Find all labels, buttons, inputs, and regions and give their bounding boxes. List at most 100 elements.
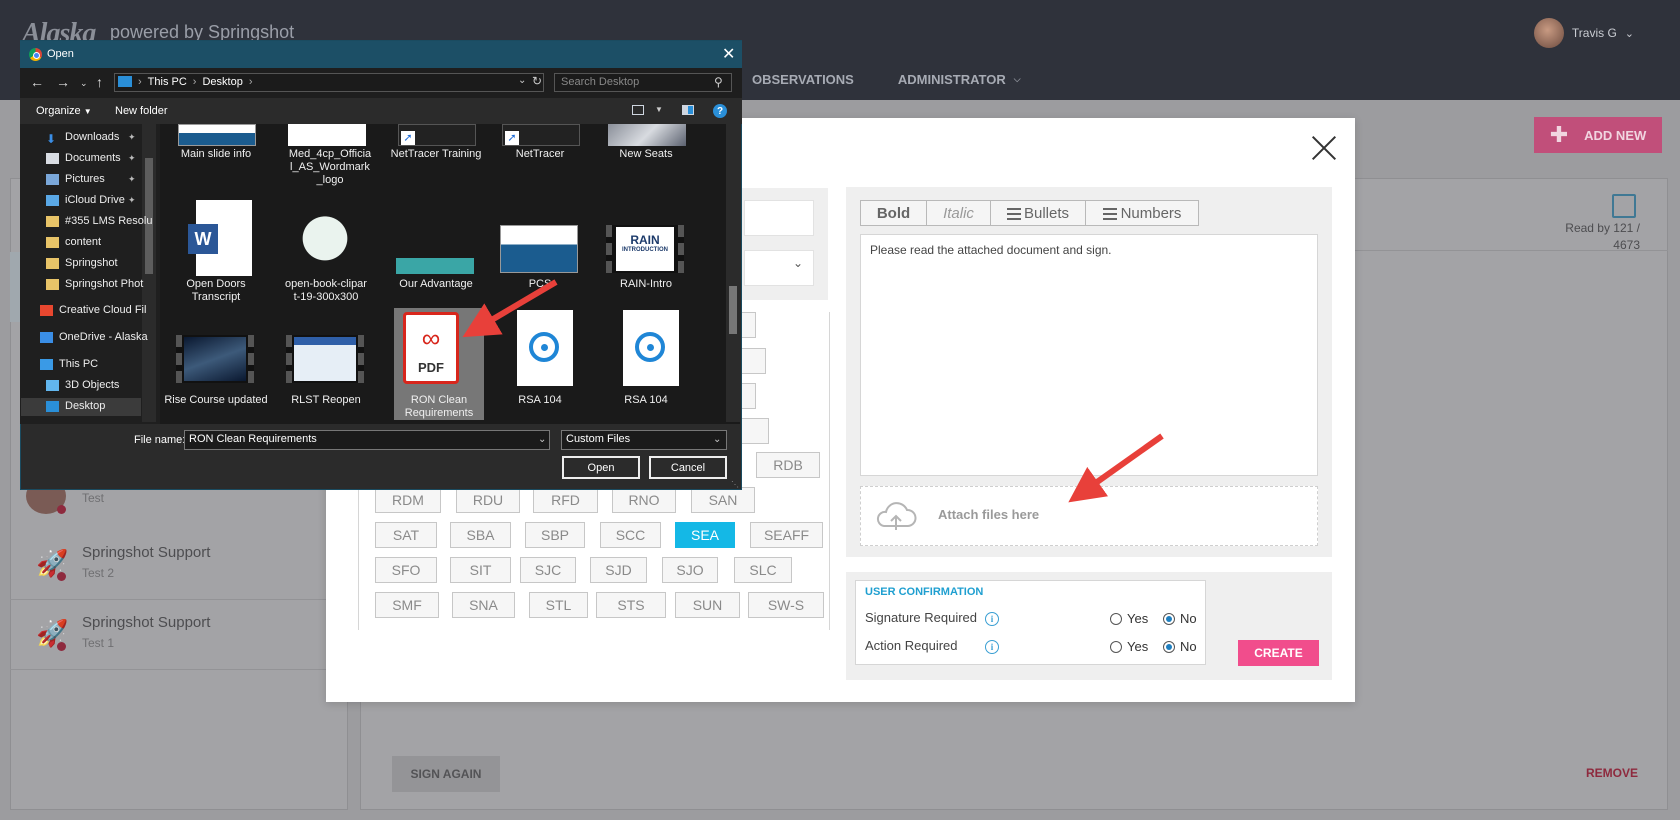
list-item[interactable]: 🚀 Springshot Support Test 2 J [10,530,348,600]
airport-chip-sit[interactable]: SIT [450,557,511,583]
preview-pane-icon[interactable] [682,105,694,115]
file-item-label[interactable]: RLST Reopen [274,394,378,407]
tree-item[interactable]: This PC [40,358,160,370]
file-type-select[interactable]: Custom Files [561,430,727,450]
airport-chip-sna[interactable]: SNA [452,592,515,618]
cancel-button[interactable]: Cancel [649,456,727,479]
chevron-down-icon[interactable]: ⌄ [518,75,526,86]
list-item[interactable]: 🚀 Springshot Support Test 1 J [10,600,348,670]
recent-locations-icon[interactable]: ⌄ [80,78,88,89]
airport-chip-rdb[interactable]: RDB [756,452,820,478]
dialog-titlebar[interactable] [20,41,742,68]
view-options-icon[interactable] [632,105,644,115]
chevron-down-icon[interactable]: ⌄ [538,434,546,445]
close-icon[interactable] [1310,134,1338,162]
tree-item[interactable]: Springshot Phot [46,278,160,290]
action-yes-radio[interactable] [1110,641,1122,653]
file-item-label[interactable]: Rise Course updated [164,394,268,407]
forward-arrow-icon[interactable]: → [56,74,70,90]
file-item-label[interactable]: RSA 104 [488,394,592,407]
airport-chip-stl[interactable]: STL [529,592,588,618]
file-item-label[interactable]: New Seats [594,148,698,161]
file-item-label[interactable]: RSA 104 [594,394,698,407]
tree-item[interactable]: Documents [46,152,160,164]
tree-item[interactable]: #355 LMS Resolu [46,215,160,227]
category-select[interactable] [744,250,814,286]
file-name-input[interactable]: RON Clean Requirements [184,430,550,450]
action-no-radio[interactable] [1163,641,1175,653]
tree-item[interactable]: content [46,236,160,248]
airport-chip-rno[interactable]: RNO [612,487,676,513]
sign-again-button[interactable]: SIGN AGAIN [392,756,500,792]
airport-chip-sw-s[interactable]: SW-S [748,592,824,618]
airport-chip-sat[interactable]: SAT [375,522,437,548]
info-icon[interactable]: i [985,612,999,626]
airport-chip-sjo[interactable]: SJO [662,557,718,583]
organize-menu[interactable]: Organize ▼ [36,105,92,117]
airport-chip-seaff[interactable]: SEAFF [750,522,823,548]
file-item-label[interactable]: Med_4cp_Official_AS_Wordmark_logo [288,148,372,187]
help-icon[interactable]: ? [713,104,727,118]
numbers-button[interactable]: Numbers [1086,201,1198,225]
tree-item[interactable]: Creative Cloud Fil [40,304,160,316]
airport-chip-sts[interactable]: STS [596,592,666,618]
file-item-label[interactable]: NetTracer [488,148,592,161]
airport-chip-rdm[interactable]: RDM [375,487,441,513]
create-button[interactable]: CREATE [1238,640,1319,666]
up-arrow-icon[interactable]: ↑ [96,74,103,90]
bullets-button[interactable]: Bullets [991,201,1086,225]
chevron-down-icon[interactable]: ⌄ [713,434,721,445]
airport-chip-sba[interactable]: SBA [450,522,511,548]
message-body-editor[interactable]: Please read the attached document and si… [860,234,1318,476]
airport-chip-sjd[interactable]: SJD [590,557,647,583]
chevron-down-icon[interactable]: ▼ [655,105,663,114]
add-new-button[interactable]: ✚ ADD NEW [1534,117,1662,153]
file-item-label[interactable]: Open Doors Transcript [164,278,268,304]
title-input[interactable] [744,200,814,236]
file-scrollbar[interactable] [726,124,740,422]
airport-chip-scc[interactable]: SCC [600,522,661,548]
airport-chip-rfd[interactable]: RFD [533,487,598,513]
new-folder-button[interactable]: New folder [115,105,168,117]
file-item-label[interactable]: Our Advantage [384,278,488,291]
airport-chip-sun[interactable]: SUN [675,592,740,618]
file-item-label[interactable]: PCS [488,278,592,291]
tree-item[interactable]: OneDrive - Alaska [40,331,160,343]
resize-grip-icon[interactable]: ⋱ [731,480,739,489]
attach-files-dropzone[interactable] [860,486,1318,546]
breadcrumb-desktop[interactable]: Desktop [202,76,242,88]
airport-chip-sea[interactable]: SEA [675,522,735,548]
info-icon[interactable]: i [985,640,999,654]
remove-link[interactable]: REMOVE [1586,766,1638,780]
bold-button[interactable]: Bold [861,201,927,225]
refresh-icon[interactable]: ↻ [532,74,542,88]
airport-chip-sjc[interactable]: SJC [520,557,576,583]
open-button[interactable]: Open [562,456,640,479]
tree-item[interactable]: ⬇ Downloads [46,131,160,143]
file-item-label[interactable]: open-book-clipart-19-300x300 [284,278,368,304]
breadcrumb-this-pc[interactable]: This PC [148,76,187,88]
user-menu[interactable]: Travis G ⌄ [1533,18,1634,48]
file-scrollbar-thumb[interactable] [729,286,737,334]
search-input[interactable]: Search Desktop [554,73,732,92]
tree-item[interactable]: 3D Objects [46,379,160,391]
airport-chip-smf[interactable]: SMF [375,592,439,618]
airport-chip-rdu[interactable]: RDU [456,487,520,513]
signature-yes-radio[interactable] [1110,613,1122,625]
nav-administrator[interactable]: ADMINISTRATOR ⌵ [898,72,1021,87]
tree-item[interactable]: iCloud Drive [46,194,160,206]
file-item-label[interactable]: RAIN-Intro [594,278,698,291]
back-arrow-icon[interactable]: ← [30,74,44,90]
airport-chip-sbp[interactable]: SBP [525,522,585,548]
airport-chip-slc[interactable]: SLC [734,557,792,583]
tree-item[interactable]: Pictures [46,173,160,185]
close-icon[interactable]: ✕ [722,44,735,64]
nav-observations[interactable]: OBSERVATIONS [752,72,854,87]
file-item-label[interactable]: NetTracer Training [384,148,488,161]
airport-chip-san[interactable]: SAN [691,487,755,513]
file-item-label[interactable]: RON Clean Requirements [399,394,479,420]
tree-item[interactable]: Desktop [46,400,160,412]
tree-item[interactable]: Springshot [46,257,160,269]
file-item-label[interactable]: Main slide info [164,148,268,161]
signature-no-radio[interactable] [1163,613,1175,625]
